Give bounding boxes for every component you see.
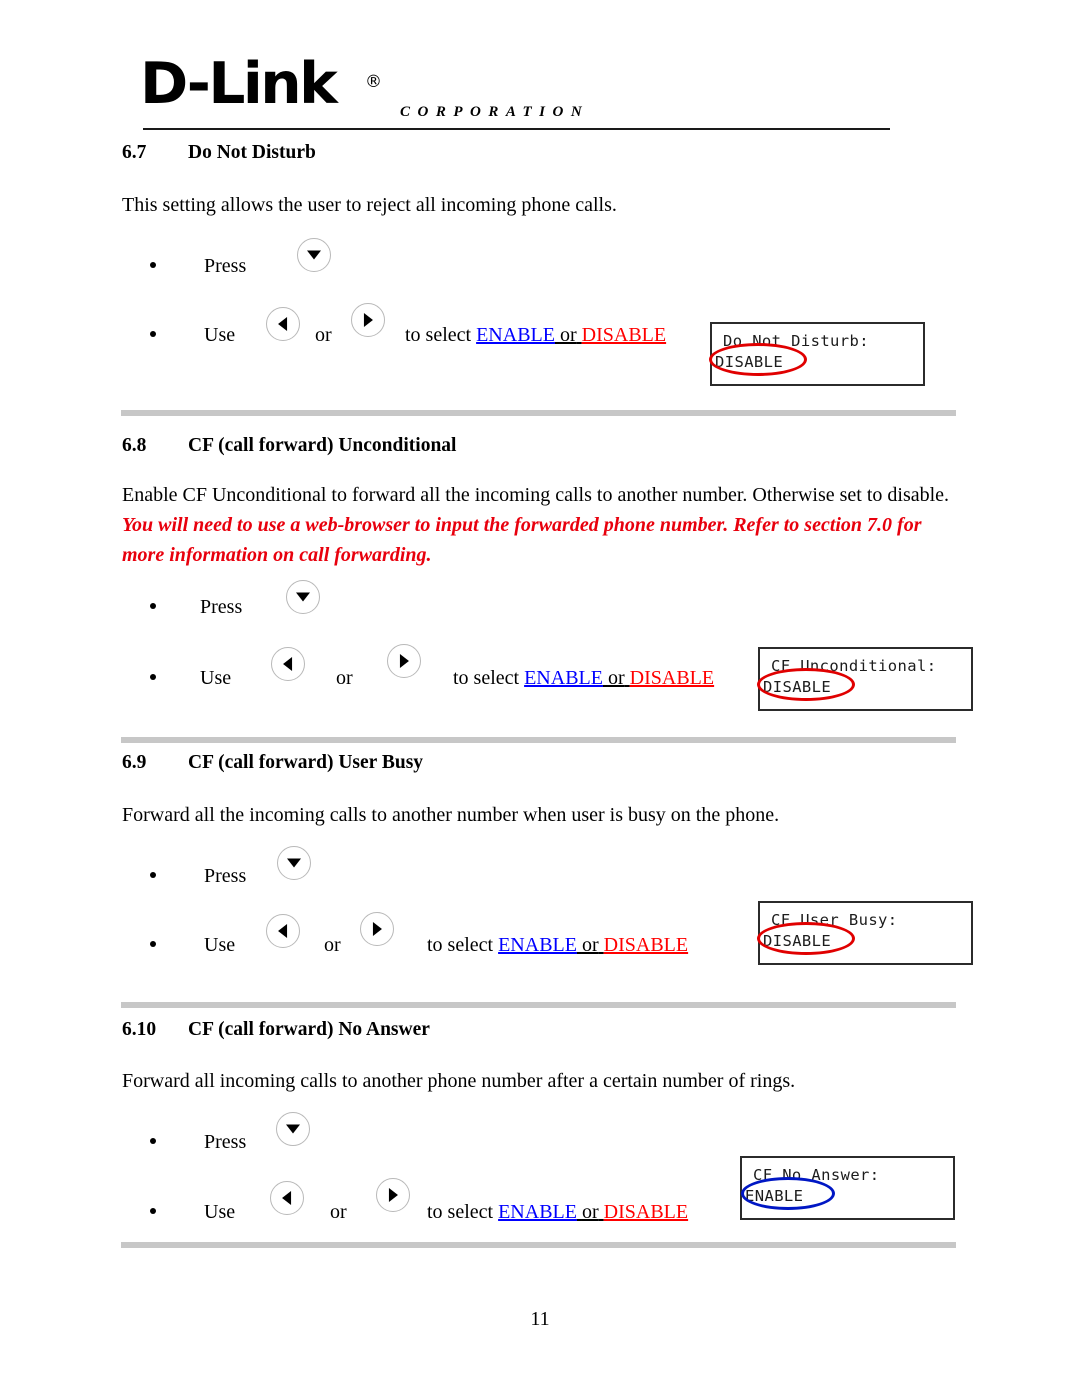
left-arrow-key-icon[interactable] <box>266 914 300 948</box>
section-divider-4 <box>121 1242 956 1248</box>
select-instruction-6-9: to select ENABLE or DISABLE <box>427 935 688 955</box>
or-label: or <box>330 1201 347 1223</box>
enable-option-label[interactable]: ENABLE <box>524 667 603 689</box>
right-arrow-key-icon[interactable] <box>387 644 421 678</box>
press-label: Press <box>204 255 247 277</box>
dlink-logo: D-Link <box>140 51 338 117</box>
or-label: or <box>336 667 353 689</box>
bullet-point <box>150 262 156 268</box>
section-body-6-8-warning: You will need to use a web-browser to in… <box>122 514 922 566</box>
press-label: Press <box>200 596 243 618</box>
document-page: D-Link ® CORPORATION 6.7 Do Not Disturb … <box>0 0 1080 1397</box>
annotation-ellipse-6-9 <box>757 922 855 955</box>
use-label: Use <box>204 324 236 346</box>
or-inline-label: or <box>581 934 599 956</box>
triangle-left-glyph <box>282 1191 292 1205</box>
down-arrow-key-icon[interactable] <box>286 580 320 614</box>
to-select-label: to select <box>405 324 472 346</box>
down-arrow-key-icon[interactable] <box>297 238 331 272</box>
to-select-label: to select <box>427 1201 494 1223</box>
section-title-6-8: CF (call forward) Unconditional <box>188 435 457 456</box>
disable-option-label[interactable]: DISABLE <box>630 667 714 689</box>
bullet-point <box>150 872 156 878</box>
section-body-6-8: Enable CF Unconditional to forward all t… <box>122 480 962 570</box>
use-label: Use <box>200 667 232 689</box>
or-inline-label: or <box>581 1201 599 1223</box>
left-arrow-key-icon[interactable] <box>271 647 305 681</box>
bullet-point <box>150 674 156 680</box>
bullet-point <box>150 603 156 609</box>
header-divider <box>143 128 890 130</box>
triangle-left-glyph <box>283 657 293 671</box>
page-number: 11 <box>530 1308 550 1330</box>
section-body-6-9: Forward all the incoming calls to anothe… <box>122 804 780 826</box>
triangle-left-glyph <box>278 317 288 331</box>
section-body-6-8-plain: Enable CF Unconditional to forward all t… <box>122 484 950 506</box>
triangle-down-glyph <box>286 1124 300 1134</box>
select-instruction-6-8: to select ENABLE or DISABLE <box>453 668 714 688</box>
or-label: or <box>324 934 341 956</box>
enable-option-label[interactable]: ENABLE <box>498 934 577 956</box>
section-divider-3 <box>121 1002 956 1008</box>
page-header: D-Link ® CORPORATION <box>120 56 960 137</box>
select-instruction-6-10: to select ENABLE or DISABLE <box>427 1202 688 1222</box>
use-label: Use <box>204 1201 236 1223</box>
or-inline-label: or <box>559 324 577 346</box>
registered-trademark-icon: ® <box>365 72 382 92</box>
down-arrow-key-icon[interactable] <box>277 846 311 880</box>
right-arrow-key-icon[interactable] <box>351 303 385 337</box>
select-instruction-6-7: to select ENABLE or DISABLE <box>405 325 666 345</box>
or-inline-label: or <box>607 667 625 689</box>
enable-option-label[interactable]: ENABLE <box>476 324 555 346</box>
section-title-6-10: CF (call forward) No Answer <box>188 1019 430 1040</box>
section-body-6-10: Forward all incoming calls to another ph… <box>122 1070 796 1092</box>
disable-option-label[interactable]: DISABLE <box>604 934 688 956</box>
section-number-6-10: 6.10 <box>122 1019 157 1040</box>
triangle-right-glyph <box>363 313 373 327</box>
bullet-point <box>150 941 156 947</box>
disable-option-label[interactable]: DISABLE <box>604 1201 688 1223</box>
press-label: Press <box>204 865 247 887</box>
right-arrow-key-icon[interactable] <box>376 1178 410 1212</box>
bullet-point <box>150 1208 156 1214</box>
triangle-right-glyph <box>372 922 382 936</box>
section-divider-1 <box>121 410 956 416</box>
section-number-6-8: 6.8 <box>122 435 147 456</box>
triangle-right-glyph <box>399 654 409 668</box>
down-arrow-key-icon[interactable] <box>276 1112 310 1146</box>
use-label: Use <box>204 934 236 956</box>
logo-subtitle: CORPORATION <box>400 104 590 120</box>
bullet-point <box>150 1138 156 1144</box>
section-title-6-9: CF (call forward) User Busy <box>188 752 424 773</box>
annotation-ellipse-6-7 <box>709 343 807 376</box>
triangle-down-glyph <box>307 250 321 260</box>
triangle-right-glyph <box>388 1188 398 1202</box>
triangle-down-glyph <box>296 592 310 602</box>
annotation-ellipse-6-10 <box>741 1177 835 1210</box>
enable-option-label[interactable]: ENABLE <box>498 1201 577 1223</box>
to-select-label: to select <box>427 934 494 956</box>
left-arrow-key-icon[interactable] <box>270 1181 304 1215</box>
section-divider-2 <box>121 737 956 743</box>
annotation-ellipse-6-8 <box>757 668 855 701</box>
section-body-6-7: This setting allows the user to reject a… <box>122 194 617 216</box>
or-label: or <box>315 324 332 346</box>
triangle-down-glyph <box>287 858 301 868</box>
bullet-point <box>150 331 156 337</box>
section-number-6-9: 6.9 <box>122 752 147 773</box>
disable-option-label[interactable]: DISABLE <box>582 324 666 346</box>
left-arrow-key-icon[interactable] <box>266 307 300 341</box>
section-title-6-7: Do Not Disturb <box>188 142 316 163</box>
section-number-6-7: 6.7 <box>122 142 147 163</box>
press-label: Press <box>204 1131 247 1153</box>
to-select-label: to select <box>453 667 520 689</box>
triangle-left-glyph <box>278 924 288 938</box>
right-arrow-key-icon[interactable] <box>360 912 394 946</box>
